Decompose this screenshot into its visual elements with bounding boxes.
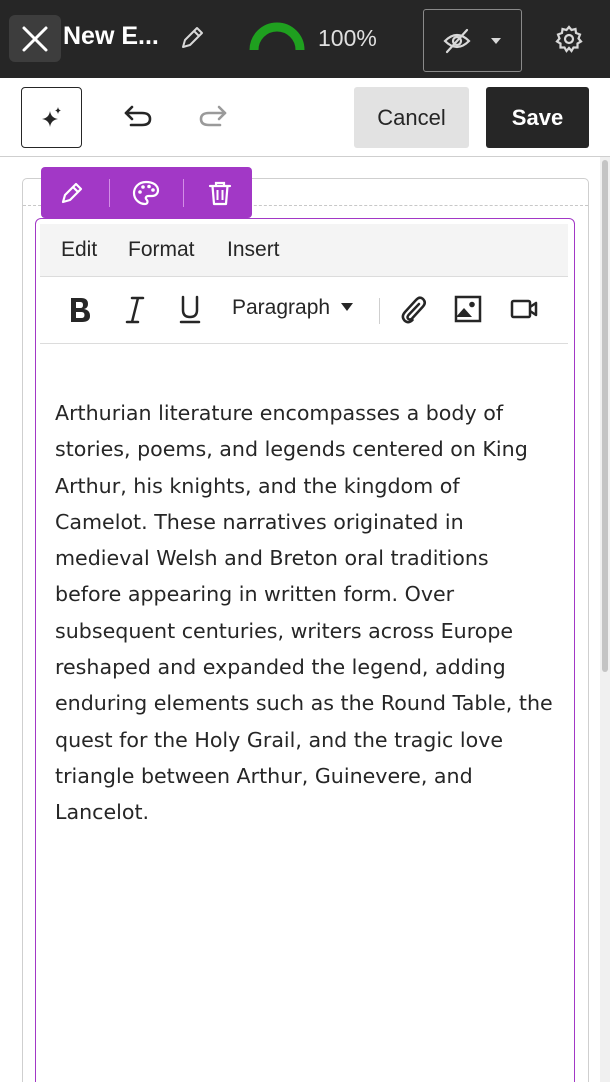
save-button[interactable]: Save — [486, 87, 589, 148]
paperclip-icon[interactable] — [399, 294, 427, 326]
scrollbar-thumb[interactable] — [602, 160, 608, 672]
chevron-down-icon — [491, 38, 501, 44]
undo-icon[interactable] — [123, 103, 153, 129]
paragraph-style-select[interactable]: Paragraph — [232, 296, 354, 320]
toolbar-separator — [183, 179, 184, 207]
palette-icon — [132, 180, 160, 206]
ai-assist-button[interactable] — [21, 87, 82, 148]
menu-insert[interactable]: Insert — [227, 238, 280, 262]
close-button[interactable] — [9, 15, 61, 62]
editor-menubar: Edit Format Insert — [40, 224, 568, 277]
italic-icon[interactable] — [124, 294, 146, 326]
menu-edit[interactable]: Edit — [61, 238, 97, 262]
progress-percent: 100% — [318, 25, 377, 51]
insert-image-icon[interactable] — [453, 294, 483, 324]
caret-down-icon — [340, 303, 353, 311]
menu-format[interactable]: Format — [128, 238, 195, 262]
close-icon — [22, 26, 48, 51]
cancel-button[interactable]: Cancel — [354, 87, 469, 148]
trash-icon — [208, 181, 232, 206]
bold-icon[interactable] — [66, 294, 94, 326]
edit-title-pencil-icon[interactable] — [178, 24, 206, 52]
visibility-dropdown-button[interactable] — [423, 9, 522, 72]
redo-icon[interactable] — [198, 103, 228, 129]
document-title[interactable]: New E... — [63, 22, 159, 51]
editor-toolbar: Cancel Save — [0, 78, 610, 157]
pencil-icon — [61, 182, 83, 204]
sparkle-icon — [41, 106, 61, 127]
top-bar: New E... 100% — [0, 0, 610, 78]
toolbar-separator — [379, 298, 380, 324]
delete-block-button[interactable] — [203, 176, 237, 210]
gear-icon[interactable] — [555, 25, 583, 53]
edit-block-button[interactable] — [55, 176, 89, 210]
eye-slash-icon — [443, 28, 471, 54]
block-action-toolbar — [41, 167, 252, 218]
format-toolbar: Paragraph — [40, 277, 568, 344]
style-block-button[interactable] — [129, 176, 163, 210]
underline-icon[interactable] — [178, 294, 202, 326]
editor-content-paragraph[interactable]: Arthurian literature encompasses a body … — [55, 395, 555, 831]
paragraph-style-label: Paragraph — [232, 296, 331, 319]
video-icon[interactable] — [509, 294, 539, 324]
progress-gauge — [249, 22, 305, 51]
toolbar-separator — [109, 179, 110, 207]
